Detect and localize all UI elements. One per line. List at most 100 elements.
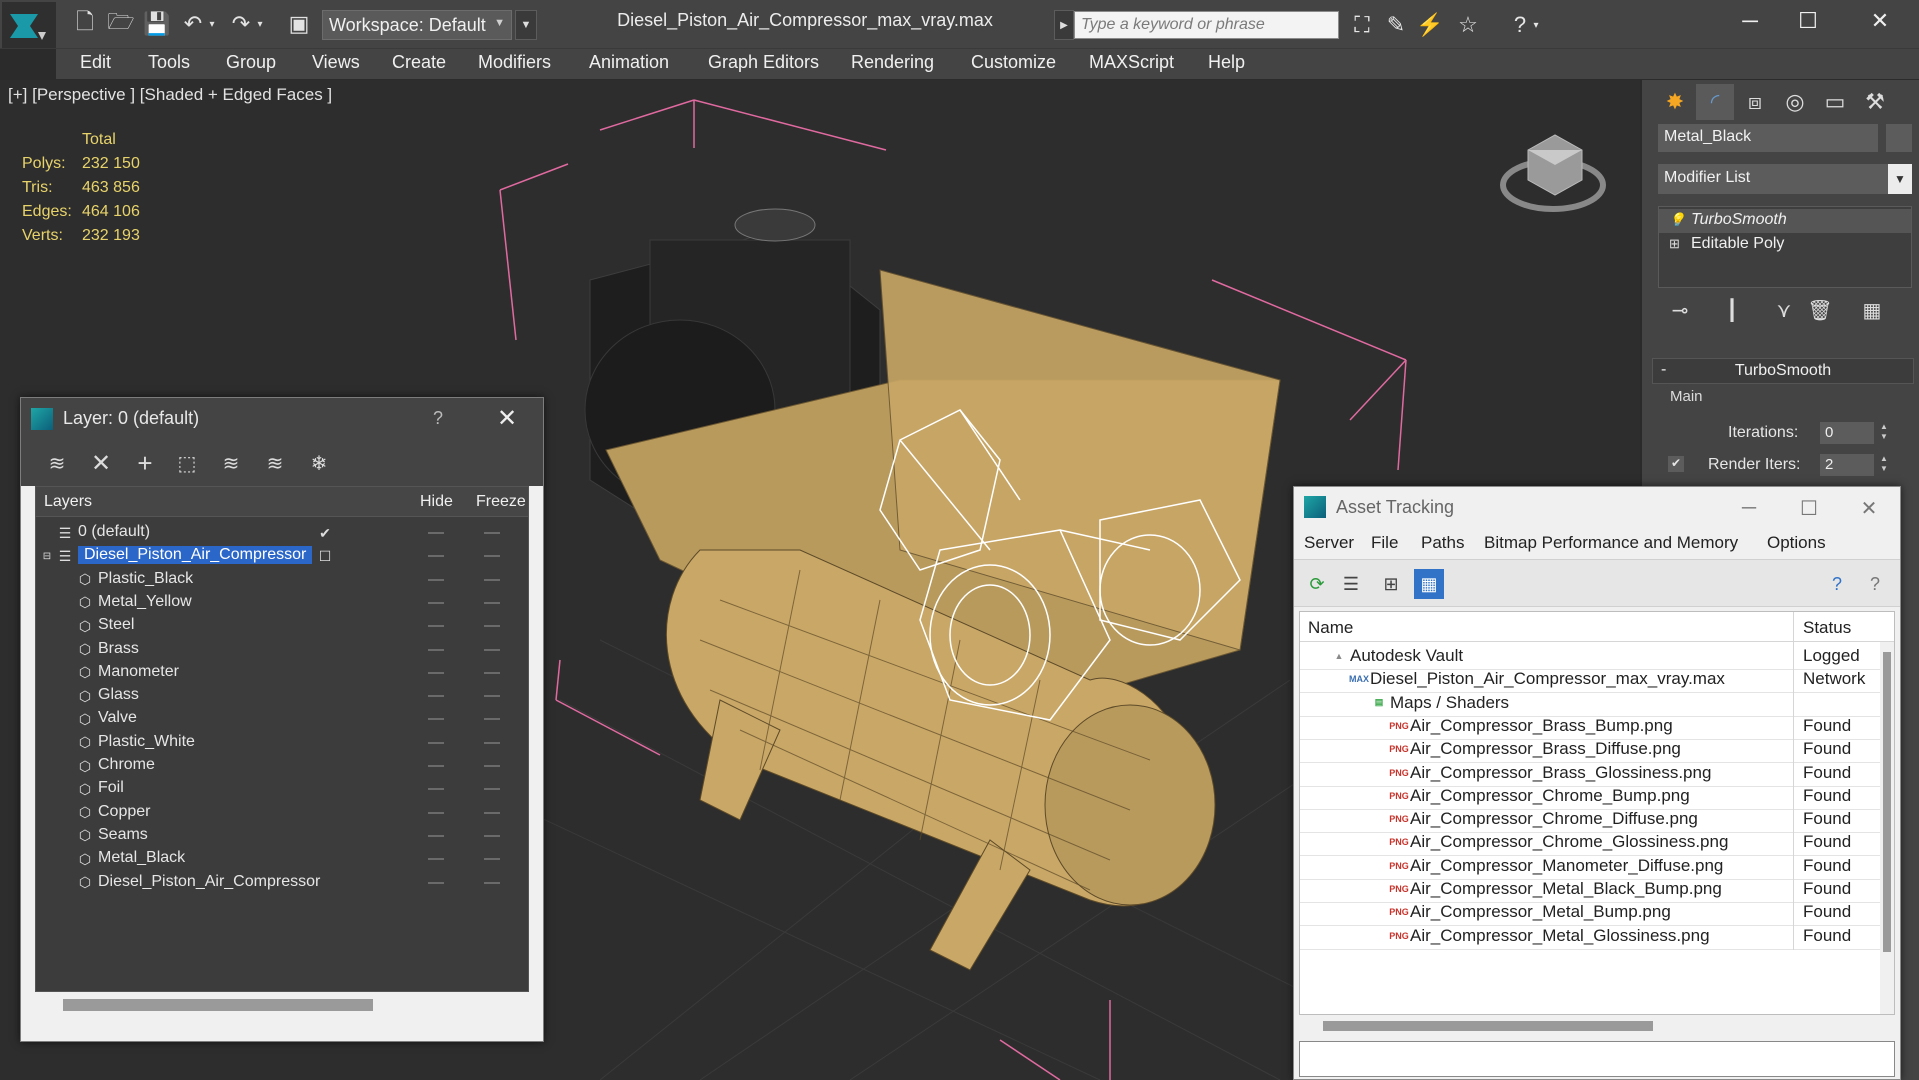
hide-toggle[interactable] xyxy=(428,695,444,698)
hide-toggle[interactable] xyxy=(428,765,444,767)
hide-toggle[interactable] xyxy=(428,811,444,814)
hide-toggle[interactable] xyxy=(428,555,444,558)
vertical-scrollbar[interactable] xyxy=(1880,642,1894,1014)
redo-dropdown-icon[interactable]: ▾ xyxy=(252,10,268,38)
horizontal-scrollbar[interactable] xyxy=(1299,1015,1895,1037)
freeze-toggle[interactable] xyxy=(484,881,500,884)
hide-toggle[interactable] xyxy=(428,601,444,604)
spinner-arrows-icon[interactable]: ▲ ▼ xyxy=(1878,454,1890,476)
spinner-arrows-icon[interactable]: ▲ ▼ xyxy=(1878,422,1890,444)
help-dropdown-icon[interactable]: ▾ xyxy=(1528,10,1544,40)
workspace-menu-button[interactable]: ▼ xyxy=(515,10,537,40)
refresh-icon[interactable]: ⟳ xyxy=(1302,569,1332,599)
lightbulb-icon[interactable]: 💡 xyxy=(1669,212,1685,227)
motion-tab-icon[interactable]: ◎ xyxy=(1776,84,1814,120)
close-icon[interactable]: ✕ xyxy=(1844,491,1894,525)
delete-layer-icon[interactable]: ✕ xyxy=(85,448,117,478)
make-unique-icon[interactable]: ⋎ xyxy=(1766,292,1802,328)
freeze-toggle[interactable] xyxy=(484,625,500,628)
new-file-icon[interactable]: 🗋 xyxy=(70,9,100,38)
freeze-toggle[interactable] xyxy=(484,765,500,767)
help-icon[interactable]: ? xyxy=(1822,569,1852,599)
menu-rendering[interactable]: Rendering xyxy=(851,52,934,73)
minimize-icon[interactable]: ─ xyxy=(1720,4,1780,38)
freeze-toggle[interactable] xyxy=(484,858,500,861)
set-active-layer-icon[interactable]: ☐ xyxy=(316,547,334,565)
hide-toggle[interactable] xyxy=(428,648,444,651)
hide-toggle[interactable] xyxy=(428,858,444,861)
hide-toggle[interactable] xyxy=(428,834,444,837)
list-view-icon[interactable]: ☰ xyxy=(1336,569,1366,599)
freeze-toggle[interactable] xyxy=(484,671,500,674)
favorites-star-icon[interactable]: ☆ xyxy=(1452,10,1484,40)
display-tab-icon[interactable]: ▭ xyxy=(1816,84,1854,120)
freeze-toggle[interactable] xyxy=(484,741,500,744)
maximize-icon[interactable]: ☐ xyxy=(1784,491,1834,525)
tools-icon[interactable]: ✎ xyxy=(1380,10,1412,40)
menu-bitmap-performance[interactable]: Bitmap Performance and Memory xyxy=(1484,533,1738,553)
render-iters-checkbox[interactable]: ✔ xyxy=(1668,456,1684,472)
freeze-toggle[interactable] xyxy=(484,601,500,604)
menu-customize[interactable]: Customize xyxy=(971,52,1056,73)
hide-toggle[interactable] xyxy=(428,625,444,628)
open-file-icon[interactable]: 🗁 xyxy=(106,9,136,38)
column-name[interactable]: Name xyxy=(1308,618,1353,638)
context-help-icon[interactable]: ? xyxy=(1860,569,1890,599)
collapse-icon[interactable] xyxy=(38,524,56,542)
menu-file[interactable]: File xyxy=(1371,533,1398,553)
menu-animation[interactable]: Animation xyxy=(589,52,669,73)
utilities-tab-icon[interactable]: ⚒ xyxy=(1856,84,1894,120)
show-end-result-icon[interactable]: ┃ xyxy=(1714,292,1750,328)
search-input[interactable]: Type a keyword or phrase xyxy=(1074,11,1339,39)
close-icon[interactable]: ✕ xyxy=(497,404,517,433)
help-icon[interactable]: ? xyxy=(433,408,443,429)
freeze-toggle[interactable] xyxy=(484,788,500,791)
add-to-layer-icon[interactable]: + xyxy=(129,448,161,478)
hierarchy-tab-icon[interactable]: ⧈ xyxy=(1736,84,1774,120)
search-expand-icon[interactable]: ▶ xyxy=(1054,10,1074,40)
column-hide[interactable]: Hide xyxy=(420,493,453,511)
active-layer-check-icon[interactable]: ✔ xyxy=(316,524,334,542)
menu-views[interactable]: Views xyxy=(312,52,360,73)
maximize-icon[interactable]: ☐ xyxy=(1778,4,1838,38)
scrollbar-thumb[interactable] xyxy=(63,999,373,1011)
freeze-toggle[interactable] xyxy=(484,695,500,698)
undo-dropdown-icon[interactable]: ▾ xyxy=(204,10,220,38)
menu-group[interactable]: Group xyxy=(226,52,276,73)
modify-tab-icon[interactable]: ◜ xyxy=(1696,84,1734,120)
workspace-selector[interactable]: Workspace: Default ▼ xyxy=(322,10,512,40)
column-layers[interactable]: Layers xyxy=(44,493,92,511)
remove-modifier-icon[interactable]: 🗑 xyxy=(1802,292,1838,328)
hide-toggle[interactable] xyxy=(428,532,444,534)
menu-tools[interactable]: Tools xyxy=(148,52,190,73)
hide-toggle[interactable] xyxy=(428,788,444,791)
select-layer-icon[interactable]: ≋ xyxy=(215,448,247,478)
hide-toggle[interactable] xyxy=(428,671,444,674)
scrollbar-thumb[interactable] xyxy=(1883,652,1891,952)
scrollbar-thumb[interactable] xyxy=(1323,1021,1653,1031)
column-separator[interactable] xyxy=(1793,612,1794,642)
dialog-title-bar[interactable]: Layer: 0 (default) ? ✕ xyxy=(21,398,543,440)
pin-stack-icon[interactable]: ⊸ xyxy=(1662,292,1698,328)
column-status[interactable]: Status xyxy=(1803,618,1851,638)
binoculars-icon[interactable]: ⛶ xyxy=(1346,10,1378,40)
select-objects-icon[interactable]: ⬚ xyxy=(171,448,203,478)
collapse-icon[interactable]: ⊟ xyxy=(38,547,56,565)
menu-help[interactable]: Help xyxy=(1208,52,1245,73)
layer-object-row[interactable]: ⬡ Diesel_Piston_Air_Compressor xyxy=(36,869,528,897)
menu-options[interactable]: Options xyxy=(1767,533,1826,553)
menu-modifiers[interactable]: Modifiers xyxy=(478,52,551,73)
configure-sets-icon[interactable]: ▦ xyxy=(1854,292,1890,328)
horizontal-scrollbar[interactable] xyxy=(35,992,529,1018)
freeze-toggle[interactable] xyxy=(484,718,500,721)
project-folder-icon[interactable]: ▣ xyxy=(284,10,314,38)
rollout-header[interactable]: - TurboSmooth xyxy=(1652,358,1914,384)
close-icon[interactable]: ✕ xyxy=(1850,4,1910,38)
stack-item-turbosmooth[interactable]: 💡 TurboSmooth xyxy=(1659,209,1911,233)
communication-icon[interactable]: ⚡ xyxy=(1414,10,1446,40)
create-tab-icon[interactable]: ✸ xyxy=(1656,84,1694,120)
viewport-label[interactable]: [+] [Perspective ] [Shaded + Edged Faces… xyxy=(8,85,332,105)
freeze-toggle[interactable] xyxy=(484,648,500,651)
create-layer-icon[interactable]: ≋ xyxy=(41,448,73,478)
hide-toggle[interactable] xyxy=(428,718,444,721)
